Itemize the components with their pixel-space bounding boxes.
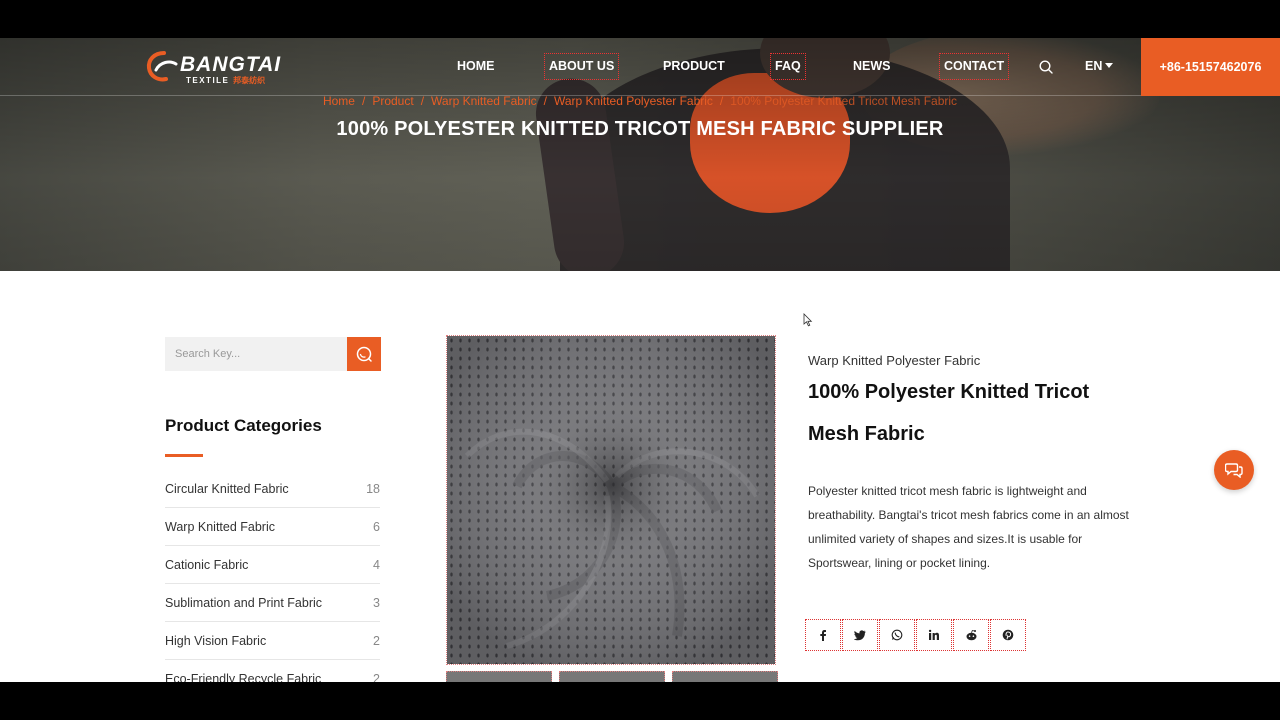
product-name: 100% Polyester Knitted Tricot Mesh Fabri… <box>808 381 1090 445</box>
share-reddit-button[interactable] <box>953 619 989 651</box>
category-name: High Vision Fabric <box>165 634 267 648</box>
category-name: Eco-Friendly Recycle Fabric <box>165 672 322 682</box>
reddit-icon <box>966 629 976 640</box>
language-label: EN <box>1085 59 1103 73</box>
page-title: 100% POLYESTER KNITTED TRICOT MESH FABRI… <box>336 118 944 140</box>
share-facebook-button[interactable] <box>805 619 841 651</box>
breadcrumb-current: 100% Polyester Knitted Tricot Mesh Fabri… <box>730 94 958 108</box>
breadcrumb-separator: / <box>543 94 547 108</box>
twitter-icon <box>854 630 866 641</box>
breadcrumb: Home / Product / Warp Knitted Fabric / Warp Kn… <box>0 94 1280 108</box>
categories-heading: Product Categories <box>165 416 322 435</box>
thumbnail[interactable] <box>446 671 552 682</box>
category-count: 4 <box>373 558 380 572</box>
breadcrumb-product[interactable]: Product <box>372 94 413 108</box>
chat-icon <box>1225 463 1243 478</box>
logo-mark-icon <box>146 51 178 82</box>
category-name: Circular Knitted Fabric <box>165 482 289 496</box>
breadcrumb-warp-polyester[interactable]: Warp Knitted Polyester Fabric <box>554 94 713 108</box>
search-input[interactable] <box>165 337 347 371</box>
category-count: 2 <box>373 672 380 682</box>
category-item[interactable]: High Vision Fabric 2 <box>165 622 380 660</box>
logo-subtitle-en: TEXTILE <box>186 76 230 85</box>
category-item[interactable]: Warp Knitted Fabric 6 <box>165 508 380 546</box>
category-item[interactable]: Sublimation and Print Fabric 3 <box>165 584 380 622</box>
category-count: 3 <box>373 596 380 610</box>
logo-name: BANGTAI <box>180 53 282 76</box>
nav-about-us[interactable]: ABOUT US <box>543 53 620 80</box>
breadcrumb-separator: / <box>361 94 366 108</box>
facebook-icon <box>820 630 826 641</box>
product-category: Warp Knitted Polyester Fabric <box>808 353 981 368</box>
language-selector[interactable]: EN <box>1085 58 1114 75</box>
category-item[interactable]: Eco-Friendly Recycle Fabric 2 <box>165 660 380 682</box>
nav-news[interactable]: NEWS <box>853 58 891 75</box>
linkedin-icon <box>928 629 939 640</box>
whatsapp-icon <box>891 629 903 641</box>
logo-subtitle-cn: 邦泰纺织 <box>233 76 266 85</box>
thumbnail[interactable] <box>672 671 778 682</box>
breadcrumb-warp-knitted[interactable]: Warp Knitted Fabric <box>431 94 537 108</box>
nav-faq[interactable]: FAQ <box>770 53 806 80</box>
share-pinterest-button[interactable] <box>990 619 1026 651</box>
category-count: 2 <box>373 634 380 648</box>
share-twitter-button[interactable] <box>842 619 878 651</box>
search-icon <box>356 346 372 362</box>
category-list: Circular Knitted Fabric 18 Warp Knitted F… <box>165 470 380 682</box>
logo-subtitle: TEXTILE 邦泰纺织 <box>186 75 265 86</box>
product-thumbnails <box>446 671 778 682</box>
nav-contact[interactable]: CONTACT <box>938 53 1010 80</box>
mouse-cursor-icon <box>803 313 813 327</box>
heading-underline <box>165 454 203 457</box>
category-item[interactable]: Circular Knitted Fabric 18 <box>165 470 380 508</box>
product-description: Polyester knitted tricot mesh fabric is … <box>808 484 1129 570</box>
phone-button[interactable]: +86-15157462076 <box>1141 38 1280 96</box>
page-viewport: Home / Product / Warp Knitted Fabric / Warp Kn… <box>0 38 1280 682</box>
category-item[interactable]: Cationic Fabric 4 <box>165 546 380 584</box>
category-name: Cationic Fabric <box>165 558 249 572</box>
share-whatsapp-button[interactable] <box>879 619 915 651</box>
search-button[interactable] <box>347 337 381 371</box>
chat-button[interactable] <box>1214 450 1254 490</box>
category-name: Warp Knitted Fabric <box>165 520 275 534</box>
thumbnail[interactable] <box>559 671 665 682</box>
share-linkedin-button[interactable] <box>916 619 952 651</box>
search-icon[interactable] <box>1038 59 1054 75</box>
chevron-down-icon <box>1105 63 1114 68</box>
nav-product[interactable]: PRODUCT <box>663 58 725 75</box>
brand-logo[interactable]: BANGTAI TEXTILE 邦泰纺织 <box>146 48 280 86</box>
product-main-image[interactable] <box>446 335 776 665</box>
breadcrumb-separator: / <box>719 94 724 108</box>
breadcrumb-home[interactable]: Home <box>323 94 355 108</box>
nav-home[interactable]: HOME <box>457 58 495 75</box>
pinterest-icon <box>1002 629 1014 641</box>
category-name: Sublimation and Print Fabric <box>165 596 323 610</box>
breadcrumb-separator: / <box>420 94 425 108</box>
category-count: 6 <box>373 520 380 534</box>
site-header: BANGTAI TEXTILE 邦泰纺织 HOME ABOUT US PRODU… <box>0 38 1280 96</box>
mesh-fabric-image <box>447 336 775 664</box>
category-count: 18 <box>366 482 380 496</box>
